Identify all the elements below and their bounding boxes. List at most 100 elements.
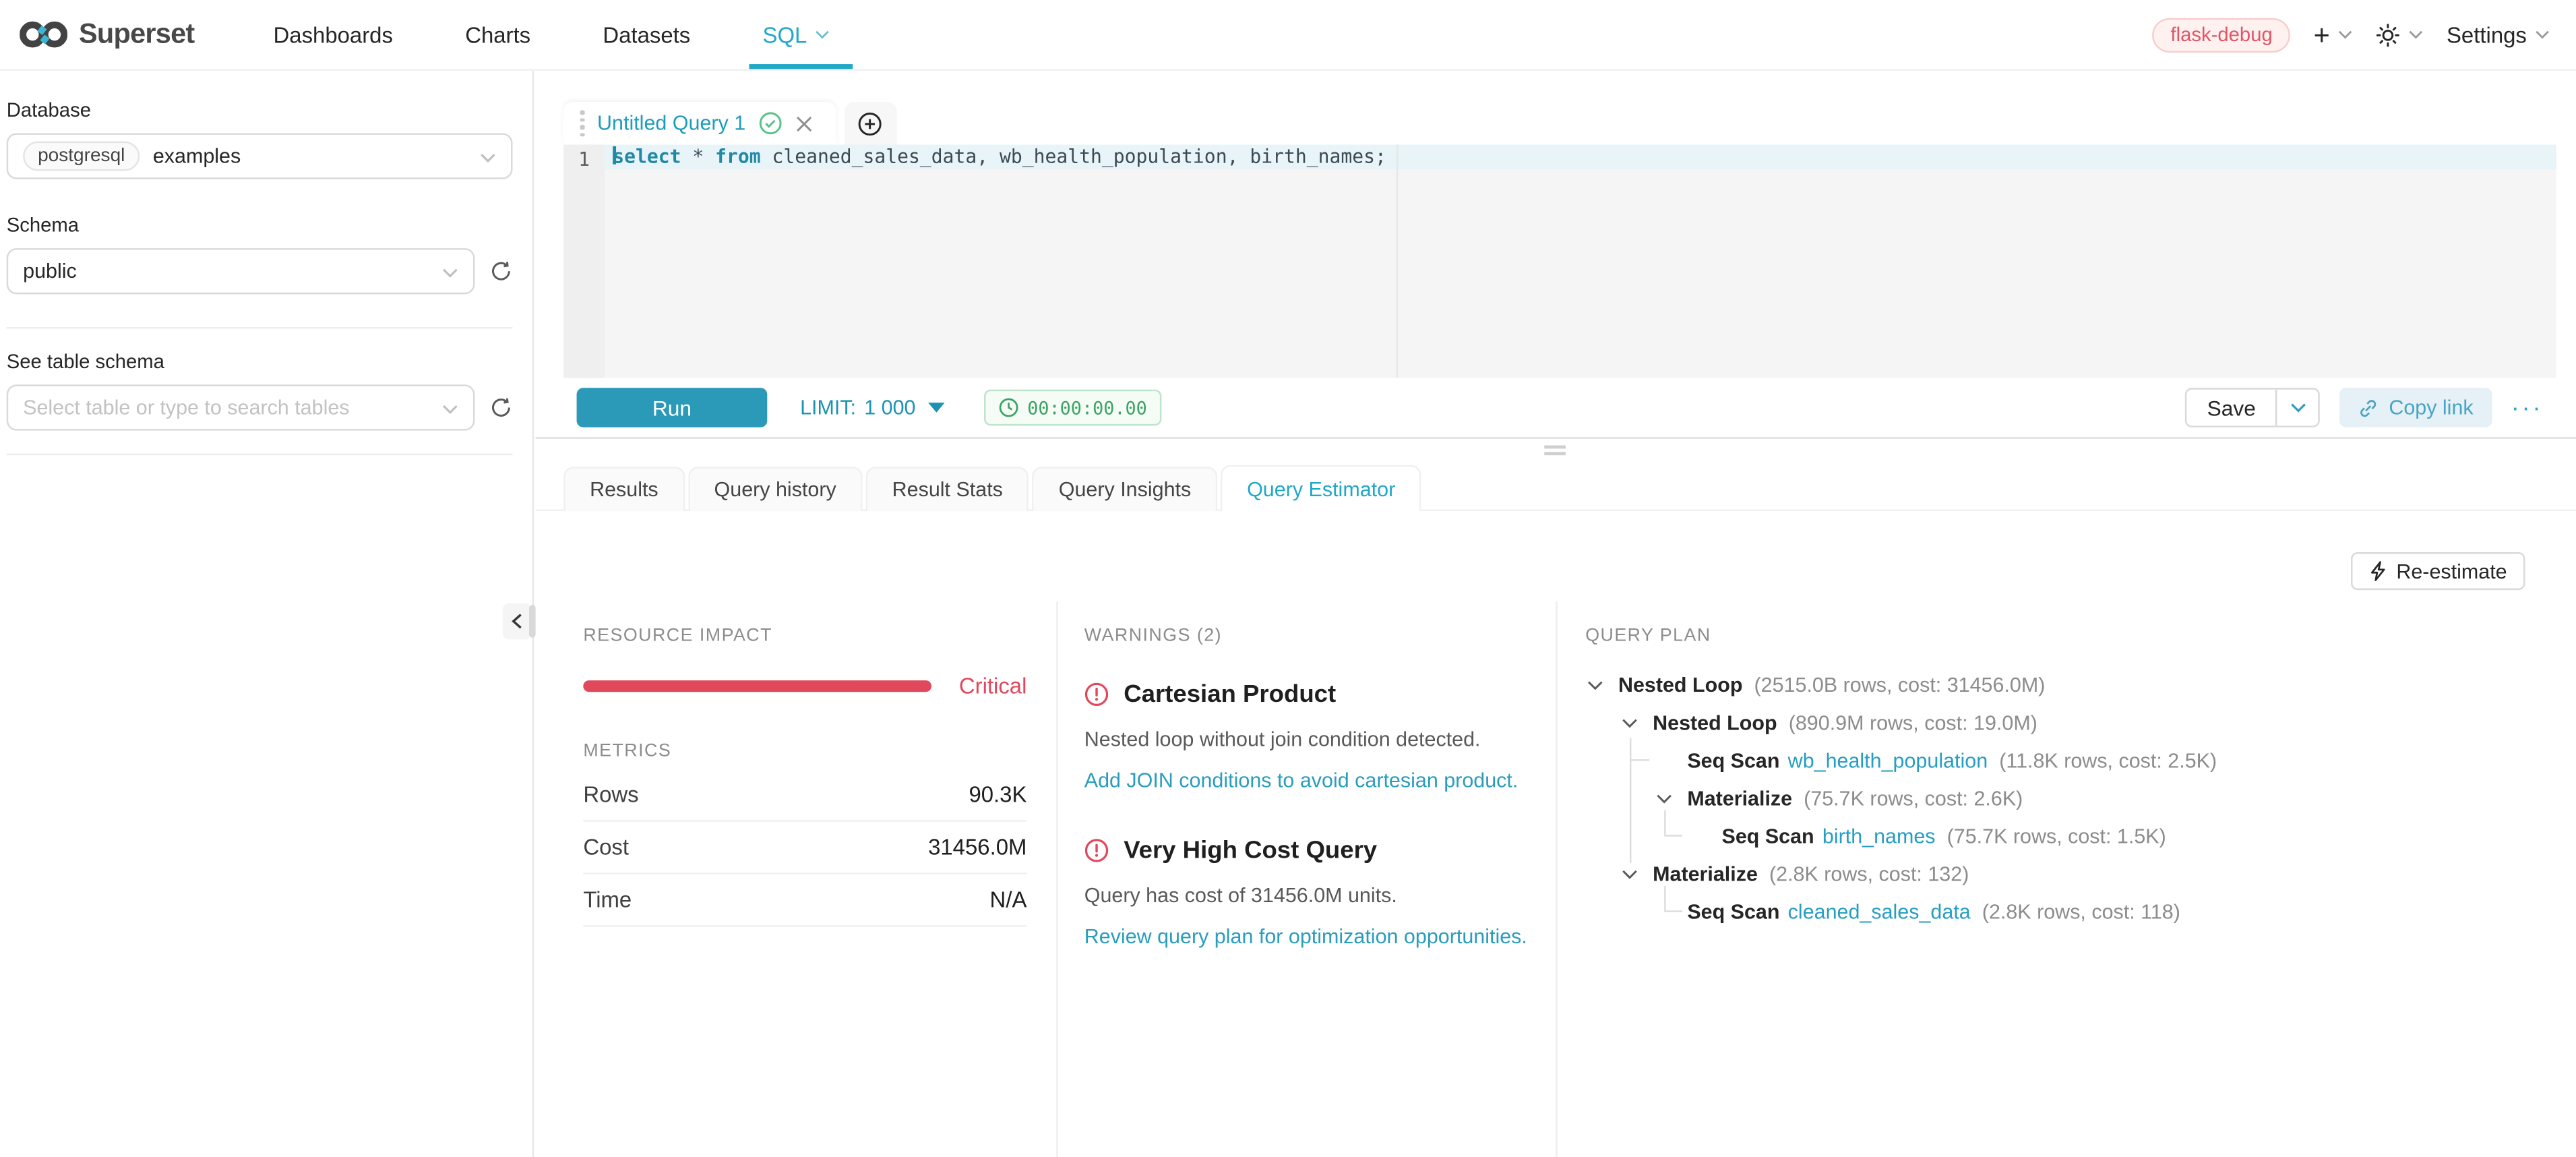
result-tabs: Results Query history Result Stats Query… [563, 465, 1425, 511]
tab-query-history[interactable]: Query history [688, 467, 863, 511]
nav-item-dashboards[interactable]: Dashboards [237, 0, 429, 69]
sqllab-sidebar: Database postgresql examples Schema publ… [0, 71, 534, 1157]
more-actions-button[interactable]: ··· [2511, 394, 2544, 421]
superset-infinity-icon [20, 20, 67, 49]
warning-circle-icon [1084, 838, 1109, 863]
schema-row: public [7, 248, 513, 294]
new-dropdown-button[interactable]: + [2314, 20, 2353, 48]
main-panel: Untitled Query 1 1 [536, 71, 2576, 1157]
plan-table-link[interactable]: wb_health_population [1788, 748, 1988, 771]
resize-handle[interactable] [1544, 446, 1566, 456]
app: Superset Dashboards Charts Datasets SQL … [0, 0, 2576, 1157]
warning-suggestion-link[interactable]: Add JOIN conditions to avoid cartesian p… [1084, 769, 1541, 792]
plan-node-materialize: Materialize (75.7K rows, cost: 2.6K) [1585, 779, 2554, 817]
tree-expand-caret[interactable] [1620, 717, 1639, 728]
column-divider [1556, 601, 1557, 1157]
plan-operation: Seq Scan [1687, 748, 1779, 771]
limit-label: LIMIT: [800, 396, 856, 419]
nav-item-sql[interactable]: SQL [727, 0, 866, 69]
lightning-bolt-icon [2368, 560, 2387, 582]
sql-text: * [681, 145, 715, 168]
plan-operation: Nested Loop [1618, 673, 1743, 696]
tab-query-estimator[interactable]: Query Estimator [1221, 465, 1421, 511]
tree-expand-caret[interactable] [1620, 868, 1639, 879]
database-select[interactable]: postgresql examples [7, 133, 513, 179]
metric-label: Time [583, 887, 632, 912]
collapse-sidebar-button[interactable] [503, 603, 529, 640]
impact-level-label: Critical [959, 674, 1027, 699]
tab-results[interactable]: Results [563, 467, 685, 511]
re-estimate-button[interactable]: Re-estimate [2350, 552, 2525, 590]
query-tab-title: Untitled Query 1 [597, 112, 745, 135]
nav-item-charts[interactable]: Charts [429, 0, 567, 69]
warning-title: Cartesian Product [1124, 680, 1336, 708]
query-saved-check-icon [759, 112, 782, 135]
tab-label: Query Insights [1059, 478, 1191, 501]
plan-node-stats: (2515.0B rows, cost: 31456.0M) [1754, 673, 2046, 696]
circle-plus-icon [858, 111, 883, 136]
query-tab[interactable]: Untitled Query 1 [563, 102, 836, 144]
sidebar-divider [7, 454, 513, 455]
plan-table-link[interactable]: birth_names [1822, 824, 1936, 847]
new-query-tab-button[interactable] [844, 102, 896, 144]
run-button[interactable]: Run [577, 388, 768, 427]
theme-toggle-button[interactable] [2376, 22, 2424, 47]
nav-label: SQL [762, 22, 807, 47]
settings-menu[interactable]: Settings [2447, 22, 2550, 47]
plan-operation: Materialize [1653, 862, 1758, 885]
toolbar-right: Save Copy link ··· [2186, 388, 2543, 427]
chevron-down-icon [2535, 30, 2550, 40]
editor-gutter: 1 [563, 145, 605, 378]
save-button[interactable]: Save [2187, 390, 2275, 426]
code-editor[interactable]: 1 select * from cleaned_sales_data, wb_h… [563, 145, 2556, 378]
splitter-handle[interactable] [529, 605, 536, 638]
plan-table-link[interactable]: cleaned_sales_data [1788, 900, 1971, 923]
table-select[interactable]: Select table or type to search tables [7, 384, 475, 430]
metric-row-time: Time N/A [583, 874, 1026, 927]
chevron-down-icon [2338, 30, 2353, 40]
close-tab-icon[interactable] [795, 114, 813, 132]
metric-label: Rows [583, 782, 638, 807]
metrics-header: METRICS [583, 741, 1026, 761]
copy-link-button[interactable]: Copy link [2339, 388, 2491, 427]
save-options-caret[interactable] [2275, 390, 2318, 426]
warnings-header: WARNINGS (2) [1084, 626, 1541, 646]
plan-operation: Materialize [1687, 786, 1792, 809]
drag-handle-icon[interactable] [580, 110, 584, 136]
environment-badge: flask-debug [2153, 18, 2291, 52]
chevron-down-icon [816, 30, 830, 40]
metric-row-rows: Rows 90.3K [583, 769, 1026, 822]
editor-code-area[interactable]: select * from cleaned_sales_data, wb_hea… [605, 145, 2556, 378]
refresh-schemas-icon[interactable] [489, 260, 512, 283]
sql-statement: select * from cleaned_sales_data, wb_hea… [605, 145, 2556, 170]
metric-value: 31456.0M [928, 835, 1026, 860]
limit-dropdown[interactable]: LIMIT: 1 000 [800, 396, 945, 419]
navbar: Superset Dashboards Charts Datasets SQL … [0, 0, 2576, 71]
editor-toolbar: Run LIMIT: 1 000 00:00:00.00 Save [563, 378, 2556, 438]
save-split-button: Save [2186, 388, 2320, 427]
plan-node-seq-scan: Seq Scan wb_health_population (11.8K row… [1585, 741, 2554, 779]
tab-label: Query Estimator [1247, 477, 1395, 500]
tab-result-stats[interactable]: Result Stats [866, 467, 1029, 511]
superset-logo[interactable]: Superset [20, 18, 194, 51]
nav-label: Charts [465, 22, 530, 47]
refresh-tables-icon[interactable] [489, 396, 512, 419]
editor-results-divider [536, 437, 2576, 438]
plan-node-materialize: Materialize (2.8K rows, cost: 132) [1585, 855, 2554, 893]
tree-expand-caret[interactable] [1585, 680, 1605, 690]
tab-label: Result Stats [892, 478, 1003, 501]
database-engine-tag: postgresql [23, 142, 140, 171]
clock-icon [1000, 398, 1019, 417]
warning-suggestion-link[interactable]: Review query plan for optimization oppor… [1084, 925, 1541, 948]
sql-editor: Untitled Query 1 1 [563, 102, 2556, 437]
plan-node-stats: (890.9M rows, cost: 19.0M) [1789, 711, 2037, 734]
warning-description: Nested loop without join condition detec… [1084, 726, 1541, 754]
navbar-right: flask-debug + Settings [2153, 18, 2550, 52]
table-placeholder: Select table or type to search tables [23, 396, 349, 419]
tab-query-insights[interactable]: Query Insights [1033, 467, 1217, 511]
nav-item-datasets[interactable]: Datasets [567, 0, 727, 69]
schema-select[interactable]: public [7, 248, 475, 294]
schema-value: public [23, 260, 77, 283]
warning-high-cost: Very High Cost Query Query has cost of 3… [1084, 836, 1541, 947]
tree-expand-caret[interactable] [1655, 793, 1674, 803]
